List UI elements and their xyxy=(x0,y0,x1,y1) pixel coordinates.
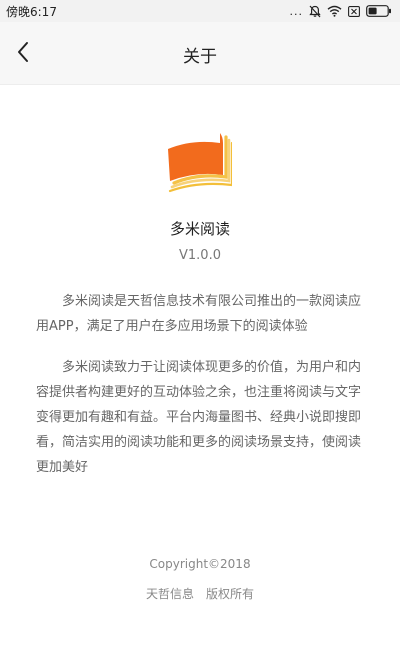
description-paragraph-1: 多米阅读是天哲信息技术有限公司推出的一款阅读应用APP，满足了用户在多应用场景下… xyxy=(36,294,362,334)
status-icons: ... xyxy=(290,5,393,18)
rights-text: 天哲信息 版权所有 xyxy=(145,587,254,601)
navbar: 关于 xyxy=(0,22,400,85)
status-dots: ... xyxy=(289,4,303,18)
about-content: 多米阅读 V1.0.0 多米阅读是天哲信息技术有限公司推出的一款阅读应用APP，… xyxy=(0,85,400,666)
battery-icon xyxy=(366,5,392,17)
app-logo-icon xyxy=(166,131,234,193)
sim-icon xyxy=(348,5,360,17)
status-time: 傍晚6:17 xyxy=(6,4,57,19)
app-name: 多米阅读 xyxy=(169,220,230,238)
copyright-text: Copyright©2018 xyxy=(149,557,251,571)
wifi-icon xyxy=(327,5,342,17)
page-title: 关于 xyxy=(183,47,217,67)
description-paragraph-2: 多米阅读致力于让阅读体现更多的价值，为用户和内容提供者构建更好的互动体验之余，也… xyxy=(36,360,362,475)
app-version: V1.0.0 xyxy=(179,248,221,263)
mute-icon xyxy=(309,5,321,18)
status-bar: 傍晚6:17 ... xyxy=(0,0,400,22)
